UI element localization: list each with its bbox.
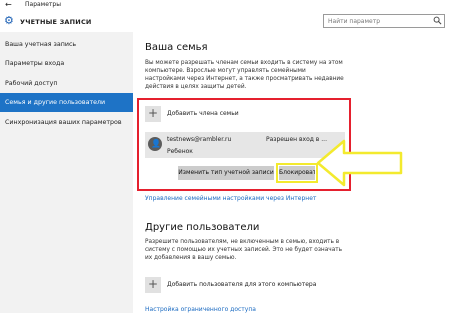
highlight-yellow-box (276, 163, 318, 183)
search-icon[interactable] (433, 16, 442, 25)
family-description-line: компьютере. Взрослые могут управлять сем… (145, 68, 306, 74)
search-placeholder: Найти параметр (328, 18, 380, 25)
sidebar-item-sign-in-options[interactable]: Параметры входа (0, 54, 133, 73)
other-users-description-line: Разрешите пользователям, не включенным в… (145, 239, 340, 245)
add-user-label[interactable]: Добавить пользователя для этого компьюте… (167, 281, 316, 288)
other-users-description-line: их добавления в вашу семью. (145, 255, 237, 261)
person-icon: 👤 (151, 139, 161, 148)
family-description-line: настройками через Интернет, а также прос… (145, 76, 344, 82)
other-users-description: Разрешите пользователям, не включенным в… (145, 238, 377, 262)
sidebar-item-your-account[interactable]: Ваша учетная запись (0, 35, 133, 54)
sidebar-item-work-access[interactable]: Рабочий доступ (0, 74, 133, 93)
add-family-member-button[interactable]: + (145, 106, 161, 122)
other-users-heading: Другие пользователи (145, 222, 260, 233)
family-heading: Ваша семья (145, 42, 208, 53)
search-input[interactable]: Найти параметр (323, 14, 445, 28)
change-account-type-button[interactable]: Изменить тип учетной записи (178, 166, 274, 180)
add-user-button[interactable]: + (145, 277, 161, 293)
family-member-row[interactable]: 👤 testnews@rambler.ru Ребенок Разрешен в… (145, 132, 345, 158)
family-description-line: действия в целях защиты детей. (145, 84, 247, 90)
gear-icon: ⚙ (4, 14, 14, 27)
settings-window: ← Параметры ⚙ УЧЕТНЫЕ ЗАПИСИ Найти парам… (0, 0, 450, 313)
avatar: 👤 (148, 137, 162, 151)
window-title: Параметры (25, 1, 61, 8)
sidebar-item-sync-settings[interactable]: Синхронизация ваших параметров (0, 113, 133, 132)
page-title: УЧЕТНЫЕ ЗАПИСИ (20, 18, 92, 26)
sidebar: Ваша учетная запись Параметры входа Рабо… (0, 32, 133, 313)
member-role: Ребенок (167, 148, 193, 155)
sidebar-item-family-other-users[interactable]: Семья и другие пользователи (0, 93, 133, 112)
member-email: testnews@rambler.ru (167, 136, 232, 143)
restricted-access-link[interactable]: Настройка ограниченного доступа (145, 306, 256, 313)
family-description: Вы можете разрешать членам семьи входить… (145, 59, 377, 91)
add-family-member-label[interactable]: Добавить члена семьи (167, 110, 239, 117)
title-bar: ← Параметры (0, 0, 450, 12)
manage-family-online-link[interactable]: Управление семейными настройками через И… (145, 195, 316, 202)
back-arrow-icon[interactable]: ← (5, 0, 12, 9)
family-description-line: Вы можете разрешать членам семьи входить… (145, 60, 343, 66)
yellow-arrow-icon (316, 139, 403, 187)
other-users-description-line: систему с помощью их учетных записей. Эт… (145, 247, 343, 253)
